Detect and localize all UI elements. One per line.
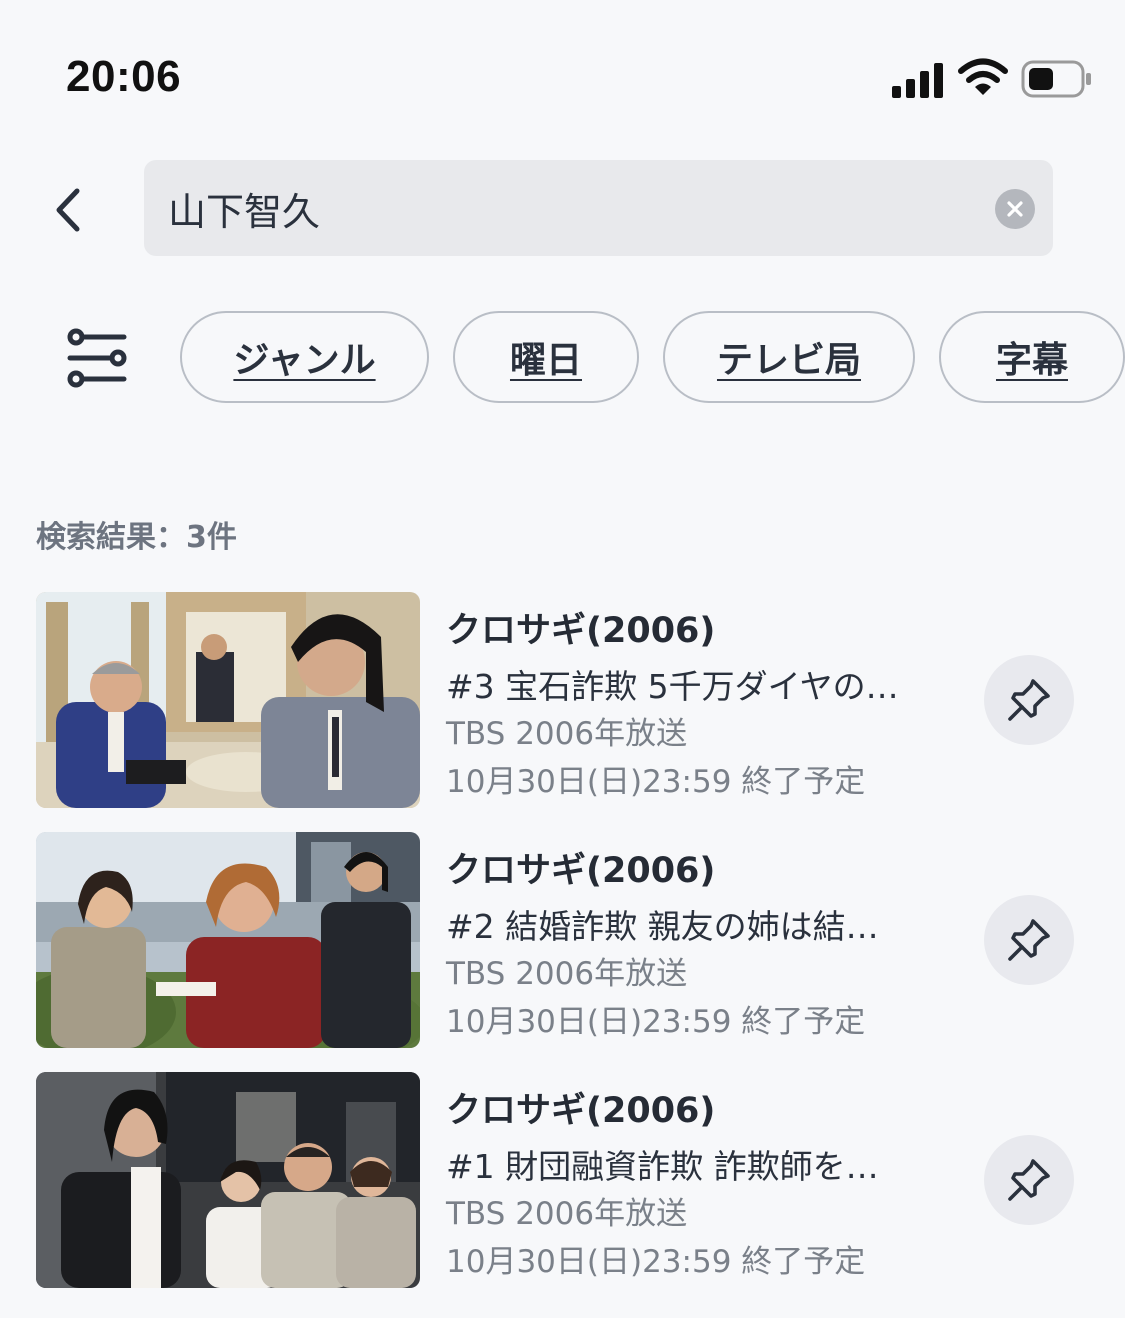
chip-weekday[interactable]: 曜日 (453, 311, 639, 403)
result-deadline: 10月30日(日)23:59 終了予定 (446, 1004, 866, 1040)
pin-icon (1008, 919, 1050, 961)
back-button[interactable] (38, 180, 98, 240)
clear-icon (1007, 201, 1023, 217)
result-station: TBS 2006年放送 (446, 1196, 688, 1232)
result-episode: #3 宝石詐欺 5千万ダイヤの… (446, 667, 899, 706)
result-title: クロサギ(2006) (446, 851, 716, 891)
result-title: クロサギ(2006) (446, 1091, 716, 1131)
signal-icon (892, 63, 943, 98)
result-count: 検索結果：3件 (36, 520, 237, 555)
result-station: TBS 2006年放送 (446, 716, 688, 752)
result-station: TBS 2006年放送 (446, 956, 688, 992)
result-item[interactable]: クロサギ(2006) #3 宝石詐欺 5千万ダイヤの… TBS 2006年放送 … (0, 592, 1125, 810)
status-time: 20:06 (66, 52, 182, 101)
thumbnail[interactable] (36, 832, 420, 1048)
pin-icon (1008, 679, 1050, 721)
pin-button[interactable] (984, 655, 1074, 745)
search-box[interactable] (144, 160, 1053, 256)
thumbnail[interactable] (36, 1072, 420, 1288)
chip-tv-station[interactable]: テレビ局 (663, 311, 915, 403)
chip-subtitles[interactable]: 字幕 (939, 311, 1125, 403)
result-deadline: 10月30日(日)23:59 終了予定 (446, 764, 866, 800)
battery-icon (1021, 60, 1091, 98)
pin-icon (1008, 1159, 1050, 1201)
search-input[interactable] (168, 160, 988, 256)
result-item[interactable]: クロサギ(2006) #2 結婚詐欺 親友の姉は結… TBS 2006年放送 1… (0, 832, 1125, 1050)
result-episode: #2 結婚詐欺 親友の姉は結… (446, 907, 879, 946)
pin-button[interactable] (984, 895, 1074, 985)
pin-button[interactable] (984, 1135, 1074, 1225)
thumbnail[interactable] (36, 592, 420, 808)
result-item[interactable]: クロサギ(2006) #1 財団融資詐欺 詐欺師を… TBS 2006年放送 1… (0, 1072, 1125, 1290)
chevron-left-icon (56, 188, 80, 232)
status-bar: 20:06 (0, 0, 1125, 150)
result-episode: #1 財団融資詐欺 詐欺師を… (446, 1147, 879, 1186)
result-deadline: 10月30日(日)23:59 終了予定 (446, 1244, 866, 1280)
result-title: クロサギ(2006) (446, 611, 716, 651)
clear-search-button[interactable] (995, 189, 1035, 229)
wifi-icon (958, 58, 1008, 95)
chip-genre[interactable]: ジャンル (180, 311, 429, 403)
sliders-icon[interactable] (66, 328, 128, 390)
